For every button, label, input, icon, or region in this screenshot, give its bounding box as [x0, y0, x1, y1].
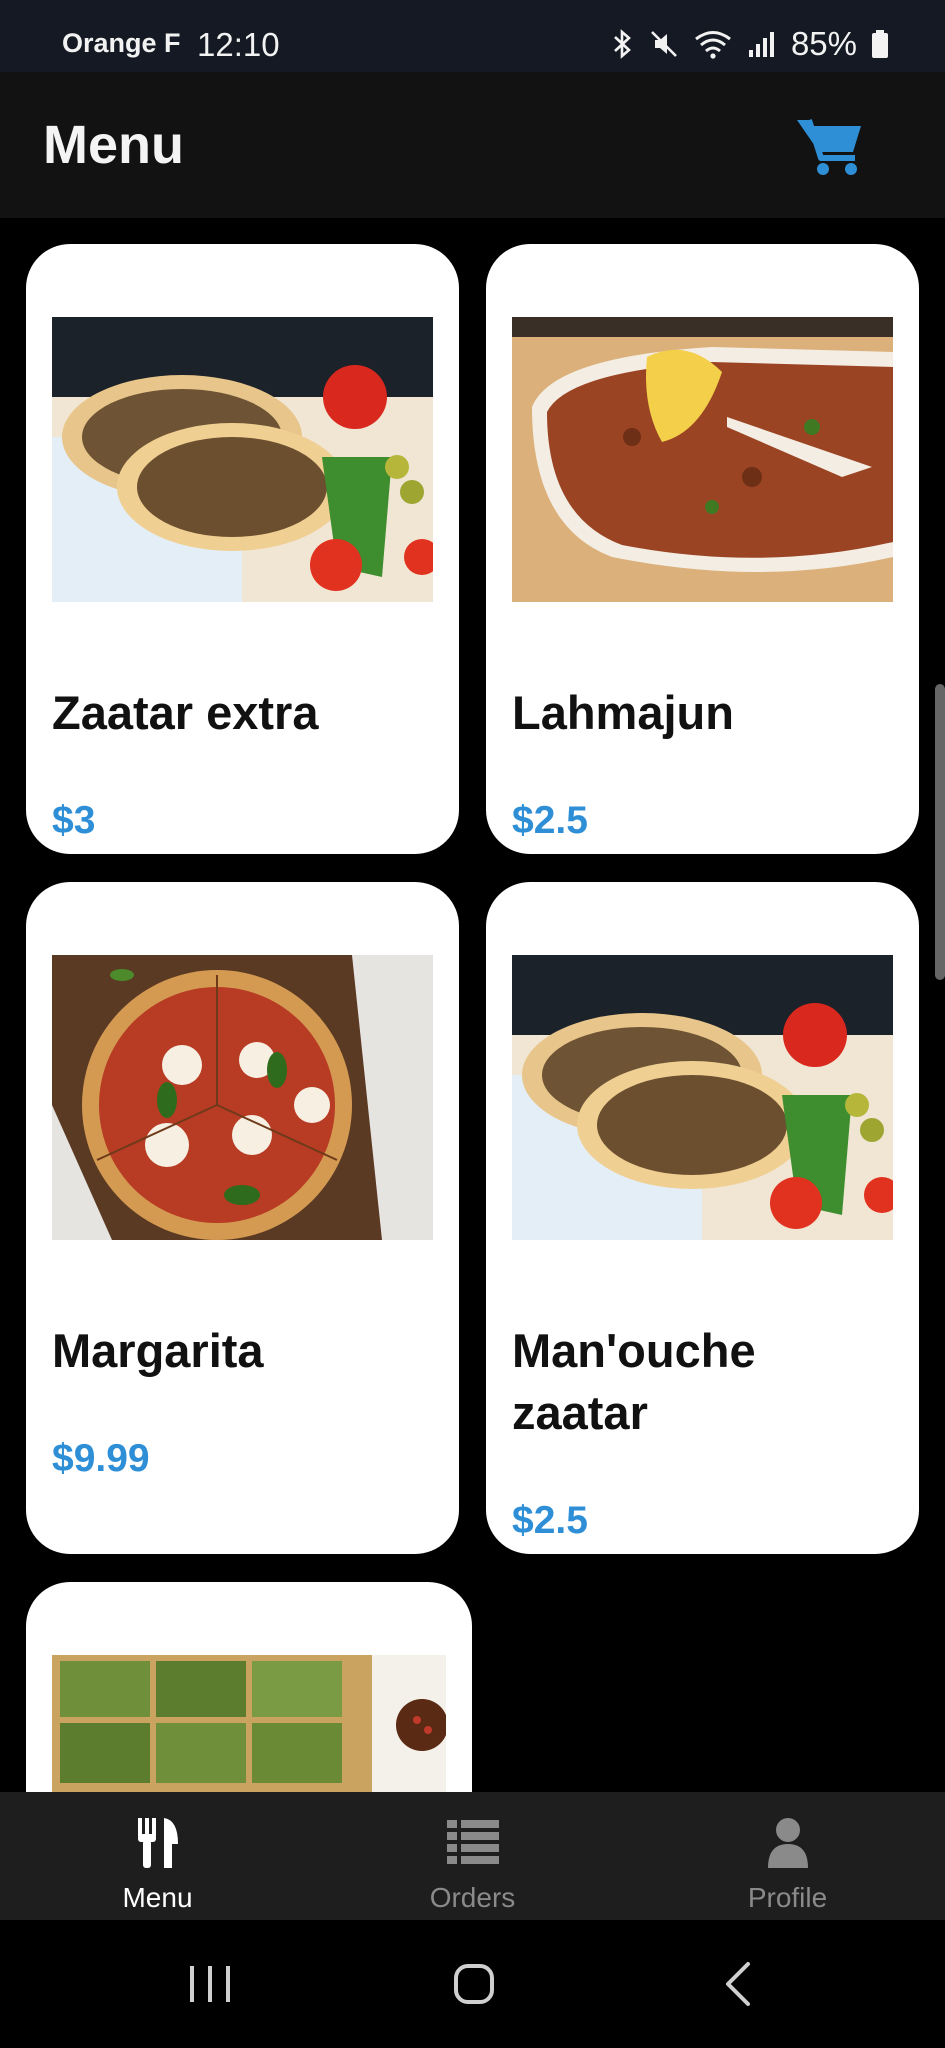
utensils-icon — [137, 1818, 178, 1868]
scrollbar-thumb[interactable] — [935, 684, 945, 980]
menu-item-name: Margarita — [52, 1324, 264, 1377]
mute-icon — [651, 31, 677, 57]
bluetooth-icon — [614, 29, 631, 59]
status-bar: Orange F 12:10 85% — [0, 0, 945, 72]
cart-icon — [797, 119, 861, 175]
menu-grid[interactable]: Zaatar extra $3 Lahmajun $2.5 Margarita … — [0, 218, 945, 1792]
menu-item-price: $3 — [52, 799, 96, 842]
signal-icon — [748, 32, 774, 57]
tab-label: Menu — [122, 1882, 193, 1913]
home-icon[interactable] — [444, 1954, 504, 2014]
menu-item-card[interactable] — [26, 1582, 472, 1792]
tab-label: Profile — [747, 1882, 828, 1913]
battery-icon — [872, 30, 888, 58]
tab-menu[interactable]: Menu — [0, 1792, 315, 1920]
user-icon — [767, 1818, 808, 1868]
app-bar: Menu — [0, 72, 945, 218]
menu-item-card[interactable]: Margarita $9.99 — [26, 882, 459, 1554]
page-title: Menu — [43, 115, 184, 175]
tab-profile[interactable]: Profile — [630, 1792, 945, 1920]
menu-item-image — [52, 1655, 446, 1792]
status-time: 12:10 — [197, 26, 280, 63]
menu-item-image — [52, 317, 433, 602]
wifi-icon — [695, 31, 731, 59]
menu-item-card[interactable]: Man'ouche zaatar $2.5 — [486, 882, 919, 1554]
menu-item-name: Lahmajun — [512, 686, 734, 739]
menu-item-name: Man'ouche zaatar — [512, 1324, 756, 1439]
tab-orders[interactable]: Orders — [315, 1792, 630, 1920]
menu-item-price: $2.5 — [512, 799, 588, 842]
recents-icon[interactable] — [180, 1954, 240, 2014]
back-icon[interactable] — [710, 1954, 770, 2014]
tab-label: Orders — [429, 1882, 516, 1913]
battery-percent: 85% — [790, 25, 857, 62]
menu-item-image — [512, 317, 893, 602]
status-icons: 85% — [611, 24, 889, 64]
status-carrier: Orange F — [62, 28, 181, 58]
menu-item-price: $2.5 — [512, 1499, 588, 1542]
menu-item-name: Zaatar extra — [52, 686, 319, 739]
menu-item-image — [512, 955, 893, 1240]
list-icon — [446, 1820, 499, 1864]
bottom-navigation: Menu Orders Profile — [0, 1792, 945, 1920]
menu-item-price: $9.99 — [52, 1437, 150, 1480]
system-navigation — [0, 1920, 945, 2048]
menu-item-card[interactable]: Zaatar extra $3 — [26, 244, 459, 854]
menu-item-image — [52, 955, 433, 1240]
cart-button[interactable] — [795, 114, 865, 178]
menu-item-card[interactable]: Lahmajun $2.5 — [486, 244, 919, 854]
